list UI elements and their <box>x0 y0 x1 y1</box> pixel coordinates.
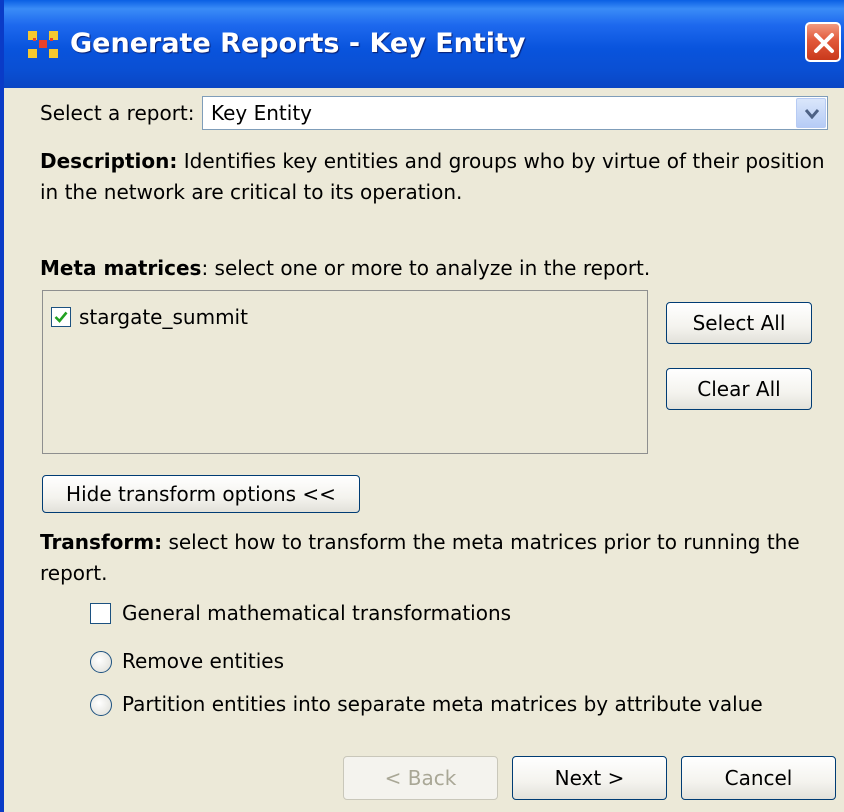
clear-all-button[interactable]: Clear All <box>666 368 812 410</box>
general-transformations-label: General mathematical transformations <box>122 601 512 625</box>
cancel-button[interactable]: Cancel <box>681 756 836 800</box>
dropdown-arrow-button[interactable] <box>796 98 826 128</box>
select-report-label: Select a report: <box>40 101 195 125</box>
close-button[interactable] <box>805 22 841 62</box>
description-paragraph: Description: Identifies key entities and… <box>40 146 830 208</box>
remove-entities-radio[interactable] <box>90 651 112 673</box>
meta-matrix-label: stargate_summit <box>79 305 248 329</box>
window-title: Generate Reports - Key Entity <box>70 28 526 59</box>
close-icon <box>814 33 834 53</box>
title-bar[interactable]: Generate Reports - Key Entity <box>0 0 844 88</box>
next-button[interactable]: Next > <box>512 756 667 800</box>
meta-matrices-instruction: : select one or more to analyze in the r… <box>201 256 651 280</box>
transform-heading: Transform: <box>40 530 163 554</box>
meta-matrices-header: Meta matrices: select one or more to ana… <box>40 254 650 282</box>
meta-matrices-list[interactable]: stargate_summit <box>42 290 648 454</box>
meta-matrix-checkbox[interactable] <box>51 307 71 327</box>
transform-paragraph: Transform: select how to transform the m… <box>40 527 830 589</box>
select-all-button[interactable]: Select All <box>666 302 812 344</box>
partition-entities-radio[interactable] <box>90 694 112 716</box>
description-heading: Description: <box>40 149 178 173</box>
window-left-border <box>0 0 4 812</box>
dialog-window: Generate Reports - Key Entity Select a r… <box>0 0 844 812</box>
back-button: < Back <box>343 756 498 800</box>
partition-entities-label: Partition entities into separate meta ma… <box>122 692 763 716</box>
hide-transform-options-button[interactable]: Hide transform options << <box>42 475 360 513</box>
checkmark-icon <box>54 311 68 323</box>
report-select-value: Key Entity <box>211 101 313 125</box>
general-transformations-checkbox[interactable] <box>90 603 111 624</box>
report-select-dropdown[interactable]: Key Entity <box>202 96 828 130</box>
chevron-down-icon <box>805 109 819 119</box>
meta-matrices-heading: Meta matrices <box>40 256 202 280</box>
network-nodes-icon <box>25 26 61 62</box>
remove-entities-label: Remove entities <box>122 649 285 673</box>
